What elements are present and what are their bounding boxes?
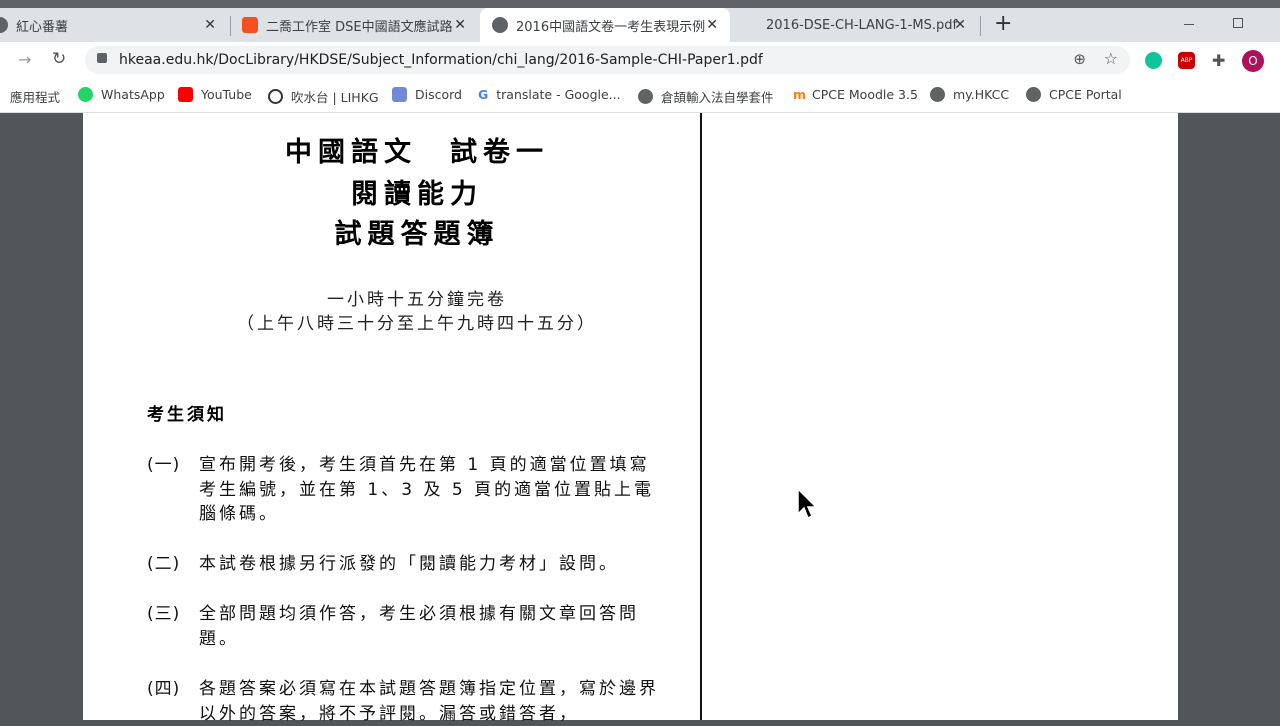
blogger-icon (242, 17, 258, 33)
discord-icon (392, 87, 407, 102)
new-tab-button[interactable]: + (994, 11, 1012, 36)
item-number: (一) (147, 455, 181, 475)
mouse-cursor-icon (797, 488, 818, 520)
tab-3[interactable]: 2016-DSE-CH-LANG-1-MS.pdf ✕ (732, 8, 978, 42)
bookmark-whatsapp[interactable]: WhatsApp (78, 87, 165, 102)
close-tab-icon[interactable]: ✕ (954, 17, 966, 33)
notice-item: (一) 宣布開考後，考生須首先在第 1 頁的適當位置填寫考生編號，並在第 1、3 … (147, 453, 667, 527)
window-top (0, 0, 1280, 8)
adblock-icon[interactable]: ABP (1178, 52, 1195, 69)
bookmark-label: WhatsApp (101, 87, 165, 102)
bookmark-label: 應用程式 (10, 90, 61, 105)
doc-title-line: 閱讀能力 (351, 179, 483, 210)
item-number: (三) (147, 604, 181, 624)
tab-separator (980, 16, 981, 36)
bookmark-label: 倉頡輸入法自學套件 (661, 90, 774, 105)
google-icon: G (478, 87, 489, 102)
close-tab-icon[interactable]: ✕ (204, 17, 216, 33)
pdf-page: 中國語文 試卷一 閱讀能力 試題答題簿 一小時十五分鐘完卷 （上午八時三十分至上… (83, 113, 1178, 724)
doc-title-line: 中國語文 試卷一 (285, 137, 549, 168)
restore-button[interactable] (1233, 18, 1243, 28)
url-text: hkeaa.edu.hk/DocLibrary/HKDSE/Subject_In… (119, 52, 763, 68)
tab-title: 紅心番薯 (16, 19, 69, 35)
bookmark-youtube[interactable]: YouTube (178, 87, 252, 102)
doc-duration: 一小時十五分鐘完卷 (327, 290, 507, 310)
item-number: (二) (147, 554, 181, 574)
address-bar[interactable]: hkeaa.edu.hk/DocLibrary/HKDSE/Subject_In… (85, 46, 1130, 74)
zoom-icon[interactable]: ⊕ (1073, 50, 1086, 68)
minimize-button[interactable] (1184, 24, 1194, 25)
tab-1[interactable]: 二喬工作室 DSE中國語文應試路 ✕ (232, 8, 478, 42)
bookmark-label: Discord (415, 87, 462, 102)
bookmark-lihkg[interactable]: 吹水台 | LIHKG (268, 87, 379, 106)
bookmark-myhkcc[interactable]: my.HKCC (930, 87, 1009, 102)
globe-icon (930, 87, 945, 102)
bookmark-label: my.HKCC (953, 87, 1010, 102)
close-tab-icon[interactable]: ✕ (706, 17, 718, 33)
item-text: 各題答案必須寫在本試題答題簿指定位置，寫於邊界以外的答案，將不予評閱。漏答或錯答… (199, 679, 659, 724)
lihkg-icon (268, 89, 283, 104)
bookmark-label: YouTube (201, 87, 252, 102)
globe-icon (0, 17, 8, 33)
tab-title: 2016中國語文卷一考生表現示例 (516, 19, 706, 35)
close-tab-icon[interactable]: ✕ (454, 17, 466, 33)
bookmark-discord[interactable]: Discord (392, 87, 462, 102)
forward-icon[interactable]: → (18, 50, 31, 69)
tab-title: 二喬工作室 DSE中國語文應試路 (266, 19, 453, 35)
bookmark-label: CPCE Moodle 3.5 (812, 87, 918, 102)
tab-0[interactable]: 紅心番薯 ✕ (0, 8, 228, 42)
tab-separator (230, 16, 231, 36)
doc-title-line: 試題答題簿 (334, 219, 500, 250)
extensions-icon[interactable]: ✚ (1212, 51, 1225, 70)
item-text: 宣布開考後，考生須首先在第 1 頁的適當位置填寫考生編號，並在第 1、3 及 5… (199, 455, 655, 524)
tab-bar: 紅心番薯 ✕ 二喬工作室 DSE中國語文應試路 ✕ 2016中國語文卷一考生表現… (0, 8, 1280, 42)
notice-item: (四) 各題答案必須寫在本試題答題簿指定位置，寫於邊界以外的答案，將不予評閱。漏答… (147, 677, 667, 726)
notice-heading: 考生須知 (147, 405, 227, 425)
notice-item: (二) 本試卷根據另行派發的「閱讀能力考材」設問。 (147, 552, 667, 577)
doc-time: （上午八時三十分至上午九時四十五分） (237, 314, 597, 334)
reload-icon[interactable]: ↻ (52, 49, 66, 69)
lock-icon (97, 53, 107, 63)
profile-avatar[interactable]: O (1242, 50, 1264, 72)
bookmark-cangjie[interactable]: 倉頡輸入法自學套件 (638, 87, 774, 106)
tab-2-active[interactable]: 2016中國語文卷一考生表現示例 ✕ (480, 8, 730, 42)
globe-icon (492, 17, 508, 33)
bookmark-label: 吹水台 | LIHKG (291, 90, 379, 105)
item-text: 本試卷根據另行派發的「閱讀能力考材」設問。 (199, 554, 619, 574)
grammarly-icon[interactable] (1145, 52, 1162, 69)
globe-icon (638, 89, 653, 104)
whatsapp-icon (78, 87, 93, 102)
bookmark-translate[interactable]: Gtranslate - Google... (478, 87, 621, 102)
item-number: (四) (147, 679, 181, 699)
bookmark-apps[interactable]: 應用程式 (10, 87, 60, 106)
bookmark-label: translate - Google... (496, 87, 621, 102)
youtube-icon (178, 87, 193, 102)
bookmarks-bar: 應用程式 WhatsApp YouTube 吹水台 | LIHKG Discor… (0, 78, 1280, 113)
star-icon[interactable]: ☆ (1104, 49, 1118, 68)
bookmark-moodle[interactable]: m CPCE Moodle 3.5 (793, 87, 918, 102)
toolbar: → ↻ hkeaa.edu.hk/DocLibrary/HKDSE/Subjec… (0, 42, 1280, 78)
tab-title: 2016-DSE-CH-LANG-1-MS.pdf (766, 17, 958, 33)
moodle-icon: m (793, 87, 807, 102)
globe-icon (1026, 87, 1041, 102)
item-text: 全部問題均須作答，考生必須根據有關文章回答問題。 (199, 604, 639, 649)
notice-item: (三) 全部問題均須作答，考生必須根據有關文章回答問題。 (147, 602, 667, 651)
bookmark-label: CPCE Portal (1049, 87, 1122, 102)
bookmark-cpce-portal[interactable]: CPCE Portal (1026, 87, 1122, 102)
